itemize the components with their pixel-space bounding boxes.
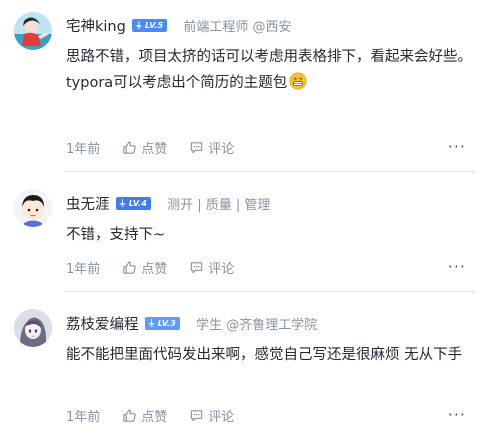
level-badge-icon: ⏚: [118, 198, 127, 208]
comment-content: 能不能把里面代码发出来啊，感觉自己写还是很麻烦 无从下手: [66, 343, 476, 367]
comment-divider: [66, 171, 476, 172]
level-badge-icon: ⏚: [134, 20, 144, 30]
reply-button[interactable]: 评论: [189, 406, 234, 425]
reply-label: 评论: [208, 409, 235, 425]
comment-divider: [66, 291, 476, 292]
more-dots-icon[interactable]: ···: [448, 137, 466, 157]
level-badge: ⏚ LV.3: [144, 316, 181, 330]
level-badge: ⏚ LV.4: [115, 196, 152, 210]
comment-line: 不错，支持下~: [66, 227, 166, 243]
comment-bubble-icon: [191, 261, 203, 273]
comment-header: 荔枝爱编程 ⏚ LV.3 学生 @齐鲁理工学院: [66, 312, 317, 334]
comment-header: 宅神king ⏚ LV.5 前端工程师 @西安: [66, 14, 292, 36]
comment-actions: 1年前 点赞 评论 ···: [66, 137, 476, 157]
more-dots-icon[interactable]: ···: [448, 257, 466, 277]
avatar-image: [14, 189, 52, 227]
author-name[interactable]: 宅神king: [66, 15, 126, 36]
grin-emoji-icon: [289, 72, 307, 90]
comment-actions: 1年前 点赞 评论 ···: [66, 405, 476, 425]
comment-header: 虫无涯 ⏚ LV.4 测开 | 质量 | 管理: [66, 192, 270, 214]
comment-bubble-icon: [191, 409, 203, 421]
like-button[interactable]: 点赞: [122, 406, 167, 425]
like-button[interactable]: 点赞: [122, 138, 167, 157]
level-badge: ⏚ LV.5: [131, 18, 168, 32]
like-label: 点赞: [141, 141, 168, 157]
like-label: 点赞: [141, 409, 168, 425]
level-text: LV.3: [157, 318, 177, 328]
comment-line: 能不能把里面代码发出来啊，感觉自己写还是很麻烦 无从下手: [66, 347, 463, 363]
like-button[interactable]: 点赞: [122, 258, 167, 277]
author-meta: 测开 | 质量 | 管理: [167, 197, 271, 213]
thumbs-up-icon: [123, 408, 136, 422]
comment-content: 不错，支持下~: [66, 223, 476, 247]
avatar[interactable]: [14, 12, 52, 50]
thumbs-up-icon: [123, 260, 136, 274]
level-badge-icon: ⏚: [147, 318, 156, 328]
comment-actions: 1年前 点赞 评论 ···: [66, 257, 476, 277]
avatar[interactable]: [14, 309, 52, 347]
comment-time: 1年前: [66, 409, 101, 425]
like-label: 点赞: [141, 261, 168, 277]
reply-label: 评论: [208, 261, 235, 277]
level-text: LV.4: [128, 198, 148, 208]
avatar-image: [14, 309, 52, 347]
author-name[interactable]: 荔枝爱编程: [66, 313, 139, 334]
comment-time: 1年前: [66, 141, 101, 157]
author-meta: 前端工程师 @西安: [183, 19, 292, 35]
comment-time: 1年前: [66, 261, 101, 277]
comment-line: 思路不错，项目太挤的话可以考虑用表格排下，看起来会好些。: [66, 49, 472, 65]
reply-label: 评论: [208, 141, 235, 157]
more-dots-icon[interactable]: ···: [448, 405, 466, 425]
comment-line: typora可以考虑出个简历的主题包: [66, 75, 288, 91]
thumbs-up-icon: [123, 140, 136, 154]
comment-bubble-icon: [191, 141, 203, 153]
comment-line-with-emoji: typora可以考虑出个简历的主题包: [66, 71, 476, 95]
author-meta: 学生 @齐鲁理工学院: [196, 317, 318, 333]
reply-button[interactable]: 评论: [189, 138, 234, 157]
comment-content: 思路不错，项目太挤的话可以考虑用表格排下，看起来会好些。 typora可以考虑出…: [66, 45, 476, 95]
author-name[interactable]: 虫无涯: [66, 193, 110, 214]
level-text: LV.5: [145, 20, 164, 30]
avatar[interactable]: [14, 189, 52, 227]
avatar-image: [14, 12, 52, 50]
reply-button[interactable]: 评论: [189, 258, 234, 277]
